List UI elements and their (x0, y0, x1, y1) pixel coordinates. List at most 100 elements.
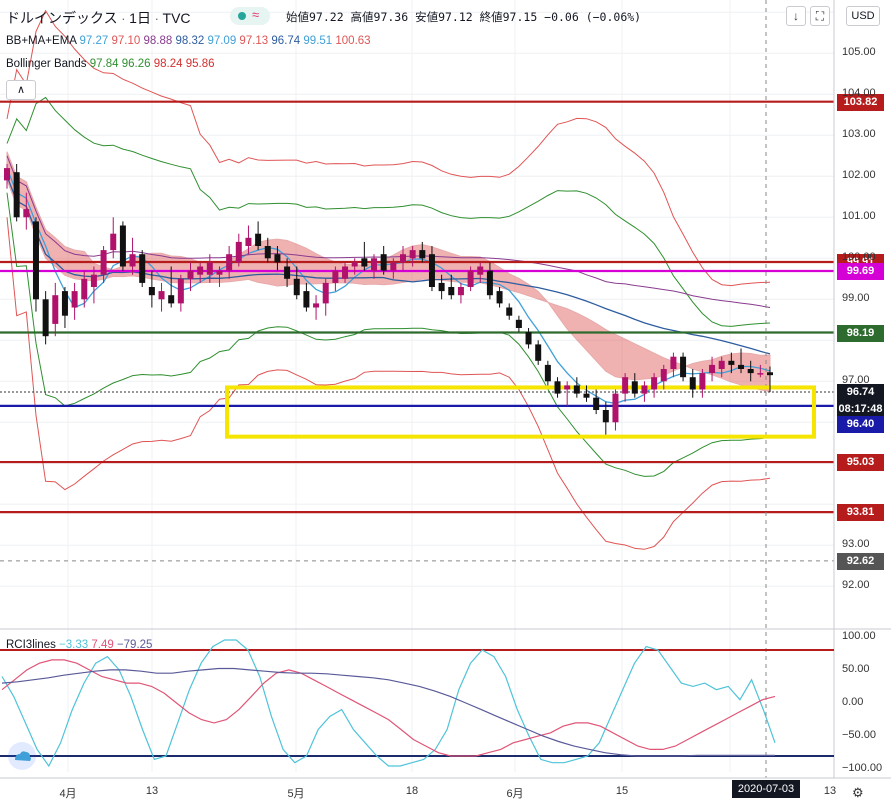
candle-body (593, 397, 600, 410)
candle-body (544, 364, 551, 382)
bollinger-value-1: 96.26 (118, 58, 151, 70)
candle-body (148, 287, 155, 296)
rci-legend[interactable]: RCI3lines −3.33 7.49 −79.25 (6, 639, 152, 651)
candle-body (506, 307, 513, 316)
candle-body (467, 270, 474, 287)
candle-body (757, 373, 764, 375)
market-open-icon (238, 12, 246, 20)
price-tick-label: 105.00 (842, 46, 876, 59)
candle-body (90, 274, 97, 287)
bollinger-value-2: 98.24 (150, 58, 183, 70)
symbol-name: ドルインデックス (6, 10, 118, 26)
chart-canvas[interactable] (0, 0, 891, 803)
price-tick-label: 103.00 (842, 128, 876, 141)
candle-body (32, 221, 39, 300)
candle-body (709, 364, 716, 374)
bollinger-legend[interactable]: Bollinger Bands 97.84 96.26 98.24 95.86 (6, 58, 215, 70)
candle-body (689, 377, 696, 390)
price-tick-label: 93.00 (842, 538, 870, 551)
price-tick-label: 104.00 (842, 87, 876, 100)
fullscreen-icon[interactable]: ⛶ (810, 6, 830, 26)
rci-label: RCI3lines (6, 639, 56, 651)
candle-body (81, 278, 88, 300)
rci-tick-label: 0.00 (842, 696, 864, 708)
time-tick-label: 13 (823, 785, 837, 797)
candle-body (206, 262, 213, 275)
interval-label: 1日 (129, 10, 151, 26)
candle-body (631, 381, 638, 394)
tradingview-logo[interactable] (8, 742, 36, 770)
bbmaema-value-3: 98.32 (172, 35, 205, 47)
candle-body (71, 291, 78, 308)
time-tick-label: 13 (145, 785, 159, 797)
candle-body (119, 225, 126, 267)
candle-body (622, 377, 629, 394)
market-status-badge[interactable]: ≈ (230, 7, 270, 25)
bbmaema-value-6: 96.74 (268, 35, 301, 47)
candle-body (535, 344, 542, 361)
candle-body (738, 364, 745, 369)
candle-body (419, 250, 426, 259)
candle-body (342, 266, 349, 279)
candle-body (486, 270, 493, 296)
candle-body (612, 393, 619, 423)
candle-body (110, 233, 117, 251)
time-tick-label: 6月 (506, 788, 524, 800)
price-tag: 99.69 (837, 263, 884, 280)
rci-value-0: −3.33 (59, 639, 89, 651)
rci-tick-label: 100.00 (842, 629, 876, 642)
candle-body (187, 270, 194, 279)
candle-body (399, 254, 406, 263)
candle-body (767, 372, 773, 376)
bbmaema-legend[interactable]: BB+MA+EMA 97.27 97.10 98.88 98.32 97.09 … (6, 35, 371, 47)
bbmaema-value-7: 99.51 (300, 35, 333, 47)
rci-tick-label: 50.00 (842, 662, 870, 675)
candle-body (409, 250, 416, 259)
candle-body (13, 172, 20, 218)
candle-body (332, 270, 339, 283)
bbmaema-value-0: 97.27 (79, 35, 109, 47)
candle-body (718, 360, 725, 369)
candle-body (303, 291, 310, 308)
candle-body (139, 254, 146, 283)
candle-body (313, 303, 320, 308)
candle-body (216, 270, 223, 275)
ohlc-readout: 始値97.22 高値97.36 安値97.12 終値97.15 −0.06 (−… (286, 10, 642, 24)
candle-body (573, 385, 580, 394)
collapse-legend-button[interactable]: ∧ (6, 80, 36, 100)
bollinger-value-3: 95.86 (182, 58, 215, 70)
rci-series-2 (1, 667, 775, 757)
time-tick-label: 5月 (287, 788, 305, 800)
time-tick-label: 18 (405, 785, 419, 797)
currency-label[interactable]: USD (846, 6, 880, 26)
candle-body (255, 233, 262, 246)
candle-body (448, 287, 455, 296)
candle-body (380, 254, 387, 271)
candle-body (158, 291, 165, 300)
bbmaema-value-1: 97.10 (108, 35, 141, 47)
price-tick-label: 99.00 (842, 292, 870, 305)
settings-gear-icon[interactable]: ⚙ (852, 785, 864, 801)
candle-body (438, 282, 445, 292)
candle-body (747, 369, 754, 374)
price-tag: 96.74 (837, 383, 884, 401)
chart-title: ドルインデックス · 1日 · TVC (6, 10, 191, 26)
rci-tick-label: −100.00 (842, 762, 883, 775)
candle-body (245, 237, 252, 246)
candle-body (168, 295, 175, 304)
candle-body (680, 356, 687, 378)
candle-body (371, 258, 378, 271)
candle-body (351, 262, 358, 267)
candle-body (651, 377, 658, 390)
candle-body (428, 254, 435, 287)
price-tag: 96.40 (837, 415, 884, 433)
candle-body (515, 319, 522, 328)
download-icon[interactable]: ↓ (786, 6, 806, 26)
price-tag: 93.81 (837, 504, 884, 522)
candle-body (361, 258, 368, 267)
candle-body (641, 385, 648, 394)
time-tick-label: 15 (615, 785, 629, 797)
bollinger-label: Bollinger Bands (6, 58, 87, 70)
candle-body (322, 282, 329, 304)
cloud-icon (15, 751, 31, 761)
